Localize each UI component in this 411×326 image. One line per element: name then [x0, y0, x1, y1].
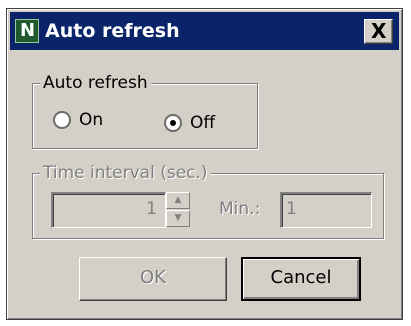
- time-interval-legend: Time interval (sec.): [40, 162, 211, 184]
- auto-refresh-dialog: N Auto refresh X Auto refresh On Off Tim…: [6, 8, 403, 320]
- radio-on-circle[interactable]: [53, 111, 71, 129]
- radio-selected-dot: [170, 120, 176, 126]
- radio-off-circle[interactable]: [164, 114, 182, 132]
- cancel-button[interactable]: Cancel: [241, 257, 361, 301]
- time-interval-group: Time interval (sec.) 1 ▲ ▼ Min.: 1: [32, 162, 384, 239]
- dialog-title: Auto refresh: [45, 20, 180, 42]
- radio-on-label: On: [79, 110, 104, 130]
- app-icon-letter: N: [20, 20, 36, 41]
- min-value: 1: [286, 199, 297, 219]
- auto-refresh-group: Auto refresh On Off: [32, 72, 258, 149]
- ok-button[interactable]: OK: [79, 257, 227, 301]
- spin-up-button[interactable]: ▲: [166, 192, 190, 209]
- radio-on[interactable]: On: [53, 108, 133, 132]
- radio-off[interactable]: Off: [164, 111, 254, 135]
- min-label: Min.:: [219, 199, 261, 219]
- min-input[interactable]: 1: [280, 192, 372, 228]
- close-button[interactable]: X: [364, 19, 393, 44]
- auto-refresh-legend: Auto refresh: [40, 72, 151, 94]
- app-icon: N: [15, 19, 39, 43]
- interval-spinner[interactable]: ▲ ▼: [166, 192, 190, 228]
- title-bar: N Auto refresh X: [10, 12, 399, 50]
- interval-input[interactable]: 1: [51, 192, 166, 228]
- close-icon: X: [371, 19, 387, 43]
- interval-value: 1: [146, 199, 157, 219]
- radio-off-label: Off: [190, 113, 216, 133]
- spin-down-button[interactable]: ▼: [166, 210, 190, 227]
